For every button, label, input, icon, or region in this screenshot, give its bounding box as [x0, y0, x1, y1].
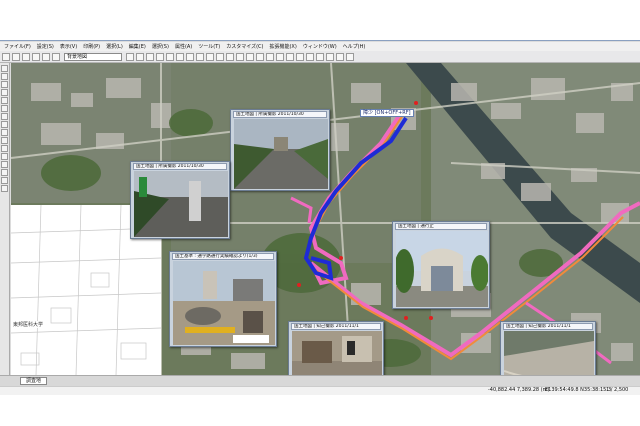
sidewalk-photo: [134, 171, 228, 237]
refresh-icon[interactable]: [266, 52, 274, 61]
layer-icon[interactable]: [196, 52, 204, 61]
draw-line-icon[interactable]: [206, 52, 214, 61]
menu-file[interactable]: ファイル(F): [4, 43, 31, 50]
full-extent-icon[interactable]: [166, 52, 174, 61]
menu-select[interactable]: 選択(S): [152, 43, 169, 50]
photo-caption: 国土地図 | 知己撮影 2011/11/1: [291, 323, 381, 330]
layer-select[interactable]: 背景地図: [64, 52, 122, 61]
status-latlon: E139:54:49.8 N35:38:15.3: [545, 387, 612, 393]
import-icon[interactable]: [326, 52, 334, 61]
map-label-university: 東邦医科大学: [13, 321, 44, 328]
photo-window-3[interactable]: 国土地図 | 通行止: [392, 221, 490, 309]
photo-window-4[interactable]: 国土基準 : 通学路通行実績確認より(1/3): [169, 251, 277, 347]
menu-customize[interactable]: カスタマイズ(C): [226, 43, 263, 50]
open-folder-icon[interactable]: [12, 52, 20, 61]
route-callout[interactable]: 障少 [ON+OFF+RF]: [360, 109, 414, 117]
photo-caption: 国土地図 | 通行止: [395, 223, 487, 230]
gps-icon[interactable]: [246, 52, 254, 61]
buffer-tool-icon[interactable]: [1, 185, 8, 192]
split-tool-icon[interactable]: [1, 169, 8, 176]
schoolyard-photo: [504, 331, 594, 375]
menu-tools[interactable]: ツール(T): [198, 43, 220, 50]
photo-caption: 国土基準 : 通学路通行実績確認より(1/3): [172, 253, 274, 260]
polygon-tool-icon[interactable]: [1, 89, 8, 96]
snap-tool-icon[interactable]: [1, 153, 8, 160]
photo-window-6[interactable]: 国土地図 | 知己撮影 2011/11/1: [500, 321, 596, 375]
select-tool-icon[interactable]: [1, 65, 8, 72]
school-entrance-photo: [292, 331, 382, 375]
photo-window-1[interactable]: 国土地図 | 所属撮影 2011/10/30: [230, 109, 330, 191]
construction-site-photo: [173, 261, 275, 345]
search-icon[interactable]: [256, 52, 264, 61]
photo-caption: 国土地図 | 所属撮影 2011/10/30: [233, 111, 327, 118]
street-photo: [234, 119, 328, 189]
rotate-tool-icon[interactable]: [1, 137, 8, 144]
print-icon[interactable]: [32, 52, 40, 61]
zoom-out-icon[interactable]: [156, 52, 164, 61]
redo-icon[interactable]: [52, 52, 60, 61]
pointer-icon[interactable]: [126, 52, 134, 61]
text-label-tool-icon[interactable]: [1, 113, 8, 120]
document-tab-bar: 調査地: [0, 375, 640, 386]
draw-polygon-icon[interactable]: [216, 52, 224, 61]
point-tool-icon[interactable]: [1, 73, 8, 80]
merge-tool-icon[interactable]: [1, 177, 8, 184]
menu-bar: ファイル(F) 設定(S) 表示(V) 印刷(P) 選択(L) 編集(E) 選択…: [0, 42, 640, 51]
menu-window[interactable]: ウィンドウ(W): [303, 43, 337, 50]
line-tool-icon[interactable]: [1, 81, 8, 88]
undo-icon[interactable]: [42, 52, 50, 61]
main-toolbar: 背景地図: [0, 51, 640, 63]
menu-view[interactable]: 表示(V): [60, 43, 77, 50]
vertex-tool-icon[interactable]: [1, 161, 8, 168]
map-view[interactable]: 障少 [ON+OFF+RF] 国土地図 | 所属撮影 2011/10/30 国土…: [11, 63, 640, 375]
menu-edit[interactable]: 編集(E): [129, 43, 146, 50]
rectangle-tool-icon[interactable]: [1, 97, 8, 104]
text-tool-icon[interactable]: [226, 52, 234, 61]
measure-icon[interactable]: [176, 52, 184, 61]
save-icon[interactable]: [22, 52, 30, 61]
grid-icon[interactable]: [276, 52, 284, 61]
left-tool-palette: [0, 63, 10, 375]
info-icon[interactable]: [186, 52, 194, 61]
menu-help[interactable]: ヘルプ(H): [343, 43, 366, 50]
menu-print[interactable]: 印刷(P): [83, 43, 100, 50]
status-scale: 1 / 2,500: [606, 387, 629, 393]
north-arrow-icon[interactable]: [286, 52, 294, 61]
photo-window-5[interactable]: 国土地図 | 知己撮影 2011/11/1: [288, 321, 384, 375]
help-icon[interactable]: [346, 52, 354, 61]
status-bar: -40,882.44 7,389.28 (m) E139:54:49.8 N35…: [0, 386, 640, 395]
delete-tool-icon[interactable]: [1, 145, 8, 152]
photo-caption: 国土地図 | 知己撮影 2011/11/1: [503, 323, 593, 330]
symbol-tool-icon[interactable]: [1, 121, 8, 128]
menu-extensions[interactable]: 拡張機能(X): [269, 43, 296, 50]
photo-caption: 国土地図 | 所属撮影 2011/10/30: [133, 163, 227, 170]
settings-icon[interactable]: [336, 52, 344, 61]
circle-tool-icon[interactable]: [1, 105, 8, 112]
chart-icon[interactable]: [306, 52, 314, 61]
gis-application-window: ファイル(F) 設定(S) 表示(V) 印刷(P) 選択(L) 編集(E) 選択…: [0, 40, 640, 386]
menu-attribute[interactable]: 属性(A): [175, 43, 192, 50]
export-icon[interactable]: [316, 52, 324, 61]
move-tool-icon[interactable]: [1, 129, 8, 136]
photo-window-2[interactable]: 国土地図 | 所属撮影 2011/10/30: [130, 161, 230, 239]
menu-select-layer[interactable]: 選択(L): [106, 43, 123, 50]
pan-icon[interactable]: [136, 52, 144, 61]
school-building-photo: [396, 231, 488, 307]
status-coordinates: -40,882.44 7,389.28 (m): [488, 387, 550, 393]
menu-settings[interactable]: 設定(S): [37, 43, 54, 50]
table-icon[interactable]: [296, 52, 304, 61]
tab-survey-area[interactable]: 調査地: [20, 377, 48, 385]
new-file-icon[interactable]: [2, 52, 10, 61]
photo-icon[interactable]: [236, 52, 244, 61]
zoom-in-icon[interactable]: [146, 52, 154, 61]
